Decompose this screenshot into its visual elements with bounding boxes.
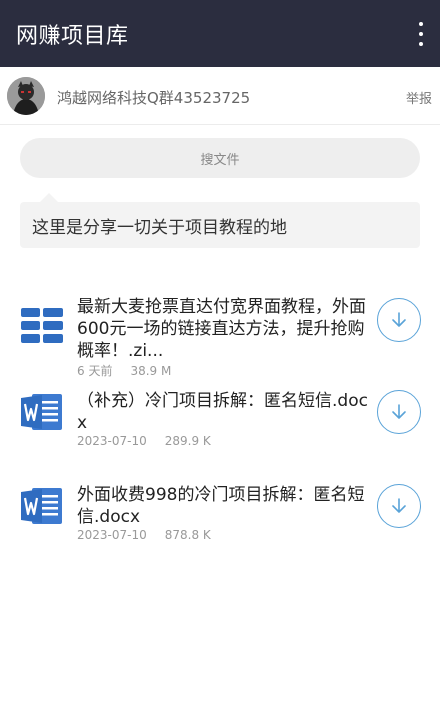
file-item[interactable]: 外面收费998的冷门项目拆解：匿名短信.docx 2023-07-10 878.8…: [0, 482, 440, 544]
file-meta: 6 天前 38.9 M: [77, 362, 171, 379]
archive-icon: [21, 308, 63, 343]
owner-name: 鸿越网络科技Q群43523725: [57, 89, 251, 107]
file-name: 外面收费998的冷门项目拆解：匿名短信.docx: [77, 485, 365, 527]
file-name: 最新大麦抢票直达付宽界面教程，外面600元一场的链接直达方法，提升抢购概率！.z…: [77, 297, 366, 361]
download-button[interactable]: [377, 298, 421, 342]
file-size: 38.9 M: [130, 364, 172, 378]
file-meta: 2023-07-10 289.9 K: [77, 434, 211, 448]
report-link[interactable]: 举报: [406, 88, 432, 107]
word-doc-icon: [21, 394, 62, 430]
app-title: 网赚项目库: [16, 23, 129, 49]
bubble-tail: [40, 193, 58, 202]
download-button[interactable]: [377, 390, 421, 434]
file-name: （补充）冷门项目拆解：匿名短信.docx: [77, 391, 368, 433]
group-description: 这里是分享一切关于项目教程的地: [20, 202, 420, 248]
download-icon: [392, 404, 406, 419]
download-icon: [392, 498, 406, 513]
search-files-button[interactable]: 搜文件: [20, 138, 420, 178]
app-bar: 网赚项目库: [0, 0, 440, 67]
file-item[interactable]: 最新大麦抢票直达付宽界面教程，外面600元一场的链接直达方法，提升抢购概率！.z…: [0, 290, 440, 380]
file-size: 878.8 K: [164, 528, 211, 542]
file-size: 289.9 K: [164, 434, 211, 448]
download-button[interactable]: [377, 484, 421, 528]
more-vert-icon[interactable]: [414, 22, 428, 46]
file-item[interactable]: （补充）冷门项目拆解：匿名短信.docx 2023-07-10 289.9 K: [0, 388, 440, 450]
file-date: 2023-07-10: [77, 434, 147, 448]
file-date: 2023-07-10: [77, 528, 147, 542]
word-doc-icon: [21, 488, 62, 524]
owner-row: 鸿越网络科技Q群43523725 举报: [0, 67, 440, 125]
avatar[interactable]: [7, 77, 45, 115]
download-icon: [392, 312, 406, 327]
file-meta: 2023-07-10 878.8 K: [77, 528, 211, 542]
file-date: 6 天前: [77, 364, 113, 378]
